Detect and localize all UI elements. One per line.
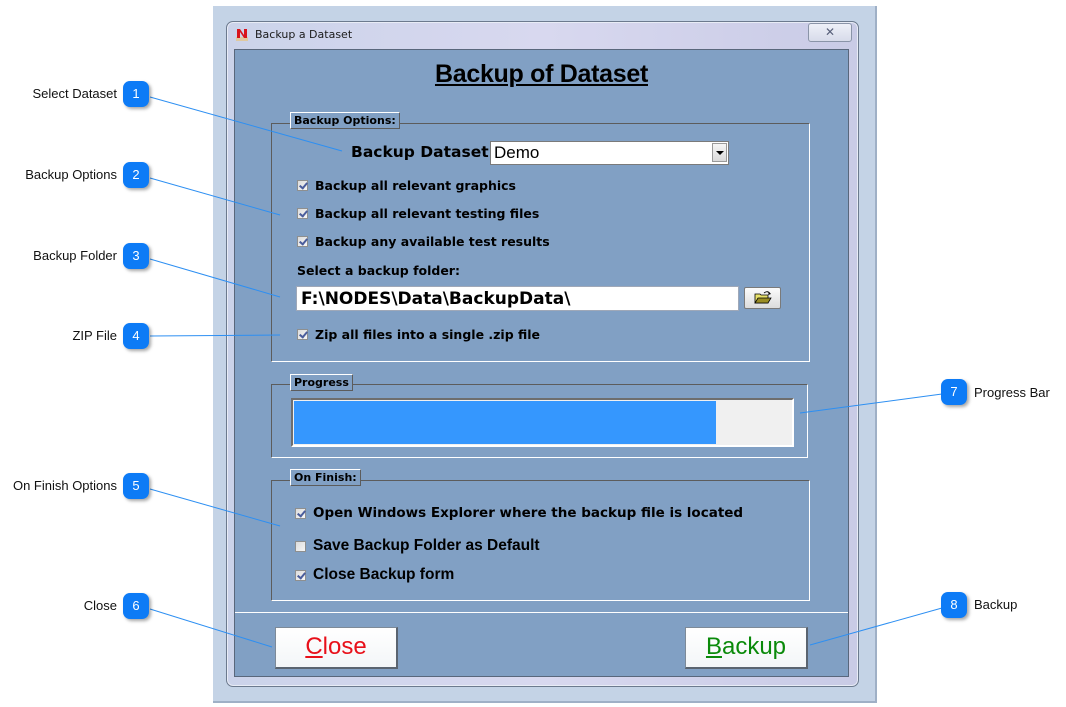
callout-label-5: On Finish Options <box>12 478 117 493</box>
backup-button-mnemonic: B <box>705 633 722 660</box>
progress-frame: Progress <box>271 374 808 458</box>
checkbox-label: Backup any available test results <box>315 234 550 249</box>
callout-label-2: Backup Options <box>25 167 117 182</box>
backup-test-results-checkbox[interactable]: Backup any available test results <box>297 234 550 249</box>
button-separator <box>235 612 848 613</box>
callout-label-3: Backup Folder <box>33 248 117 263</box>
backup-dialog-window: Backup a Dataset ✕ Backup of Dataset Bac… <box>226 21 859 687</box>
callout-badge-6: 6 <box>123 593 149 619</box>
callout-badge-4: 4 <box>123 323 149 349</box>
form-client-area: Backup of Dataset Backup Options: Backup… <box>234 49 849 677</box>
checkbox-icon[interactable] <box>297 329 308 340</box>
callout-label-7: Progress Bar <box>974 385 1050 400</box>
checkbox-icon[interactable] <box>295 569 306 581</box>
checkbox-icon[interactable] <box>297 236 308 247</box>
backup-dataset-dropdown[interactable]: Demo <box>490 141 729 165</box>
open-folder-icon <box>754 291 772 304</box>
backup-graphics-checkbox[interactable]: Backup all relevant graphics <box>297 178 516 193</box>
title-bar[interactable]: Backup a Dataset ✕ <box>227 22 858 48</box>
progress-bar <box>291 398 794 447</box>
chevron-down-icon[interactable] <box>712 143 727 162</box>
checkbox-label: Open Windows Explorer where the backup f… <box>313 505 744 521</box>
form-heading: Backup of Dataset <box>434 60 648 88</box>
callout-label-8: Backup <box>974 597 1018 612</box>
on-finish-legend: On Finish: <box>290 469 361 486</box>
backup-folder-label: Select a backup folder: <box>297 263 460 278</box>
close-button[interactable]: Close <box>275 627 398 669</box>
callout-badge-5: 5 <box>123 473 149 499</box>
callout-badge-3: 3 <box>123 243 149 269</box>
callout-label-4: ZIP File <box>72 328 117 343</box>
checkbox-label: Save Backup Folder as Default <box>313 537 540 554</box>
close-icon: ✕ <box>824 25 836 39</box>
progress-legend: Progress <box>290 374 353 391</box>
checkbox-icon[interactable] <box>297 208 308 219</box>
progress-bar-fill <box>294 401 717 444</box>
callout-badge-8: 8 <box>941 592 967 618</box>
close-button-label: lose <box>322 633 367 660</box>
backup-testing-files-checkbox[interactable]: Backup all relevant testing files <box>297 206 539 221</box>
save-folder-default-checkbox[interactable]: Save Backup Folder as Default <box>295 537 540 555</box>
window-title: Backup a Dataset <box>255 28 353 41</box>
callout-badge-7: 7 <box>941 379 967 405</box>
callout-label-6: Close <box>83 598 117 613</box>
backup-dataset-label: Backup Dataset: <box>351 143 495 161</box>
zip-files-checkbox[interactable]: Zip all files into a single .zip file <box>297 327 540 342</box>
callout-label-1: Select Dataset <box>32 86 117 101</box>
on-finish-frame: On Finish: Open Windows Explorer where t… <box>271 469 810 601</box>
browse-folder-button[interactable] <box>744 287 781 309</box>
backup-button[interactable]: Backup <box>685 627 808 669</box>
callout-badge-1: 1 <box>123 81 149 107</box>
window-close-button[interactable]: ✕ <box>808 23 852 42</box>
backup-dataset-value: Demo <box>494 143 540 162</box>
backup-folder-field[interactable] <box>296 286 739 311</box>
close-button-mnemonic: C <box>305 633 323 660</box>
backup-options-frame: Backup Options: Backup Dataset: Demo Bac… <box>271 112 810 362</box>
backup-button-label: ackup <box>721 633 787 660</box>
open-explorer-checkbox[interactable]: Open Windows Explorer where the backup f… <box>295 505 743 521</box>
backup-options-legend: Backup Options: <box>290 112 400 129</box>
nodes-app-icon <box>236 29 248 41</box>
backup-folder-input[interactable] <box>297 287 738 310</box>
checkbox-label: Close Backup form <box>313 566 455 583</box>
checkbox-label: Backup all relevant testing files <box>315 206 540 221</box>
checkbox-icon[interactable] <box>297 180 308 191</box>
checkbox-icon[interactable] <box>295 507 306 519</box>
checkbox-icon[interactable] <box>295 540 306 552</box>
close-form-checkbox[interactable]: Close Backup form <box>295 566 454 584</box>
checkbox-label: Zip all files into a single .zip file <box>315 327 541 342</box>
callout-badge-2: 2 <box>123 162 149 188</box>
checkbox-label: Backup all relevant graphics <box>315 178 516 193</box>
